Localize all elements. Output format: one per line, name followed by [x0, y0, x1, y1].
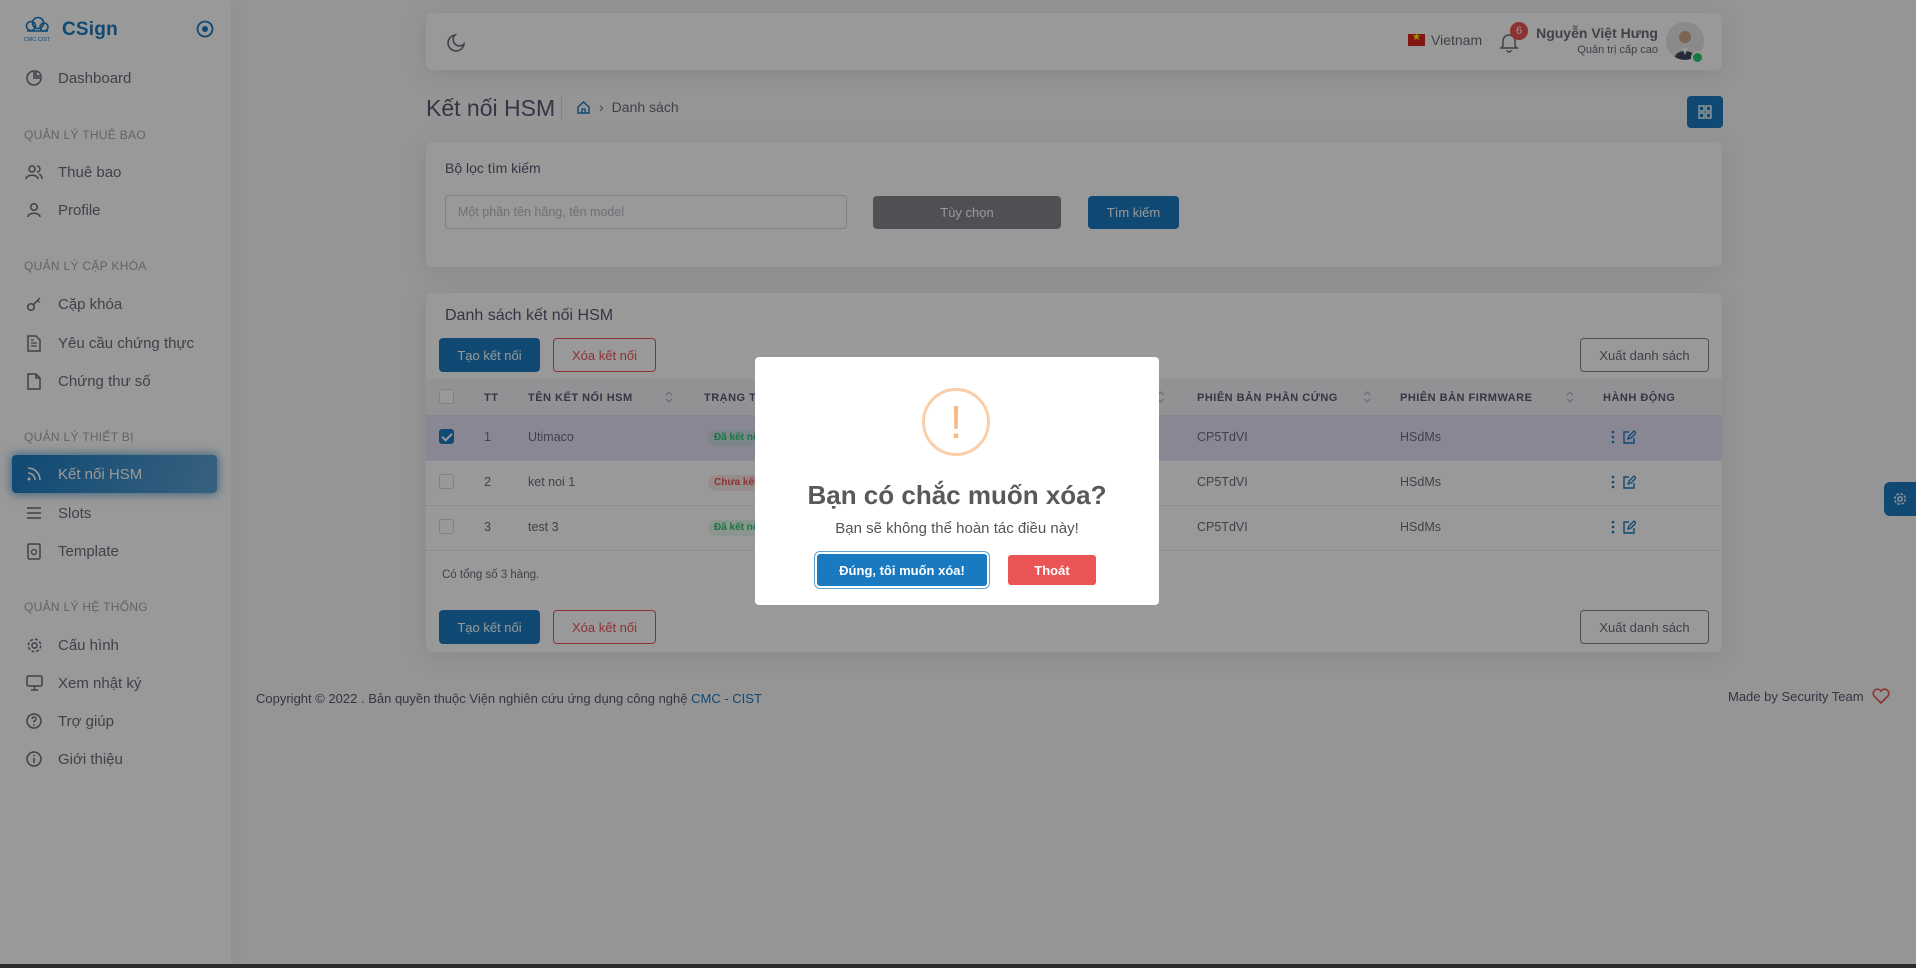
warning-icon: !	[922, 388, 990, 456]
os-taskbar-strip	[0, 964, 1916, 968]
confirm-delete-dialog: ! Bạn có chắc muốn xóa? Bạn sẽ không thể…	[755, 357, 1159, 605]
dialog-title: Bạn có chắc muốn xóa?	[807, 480, 1107, 510]
cancel-button[interactable]: Thoát	[1008, 555, 1096, 585]
confirm-delete-button[interactable]: Đúng, tôi muốn xóa!	[817, 554, 987, 586]
dialog-text: Bạn sẽ không thể hoàn tác điều này!	[835, 520, 1079, 537]
